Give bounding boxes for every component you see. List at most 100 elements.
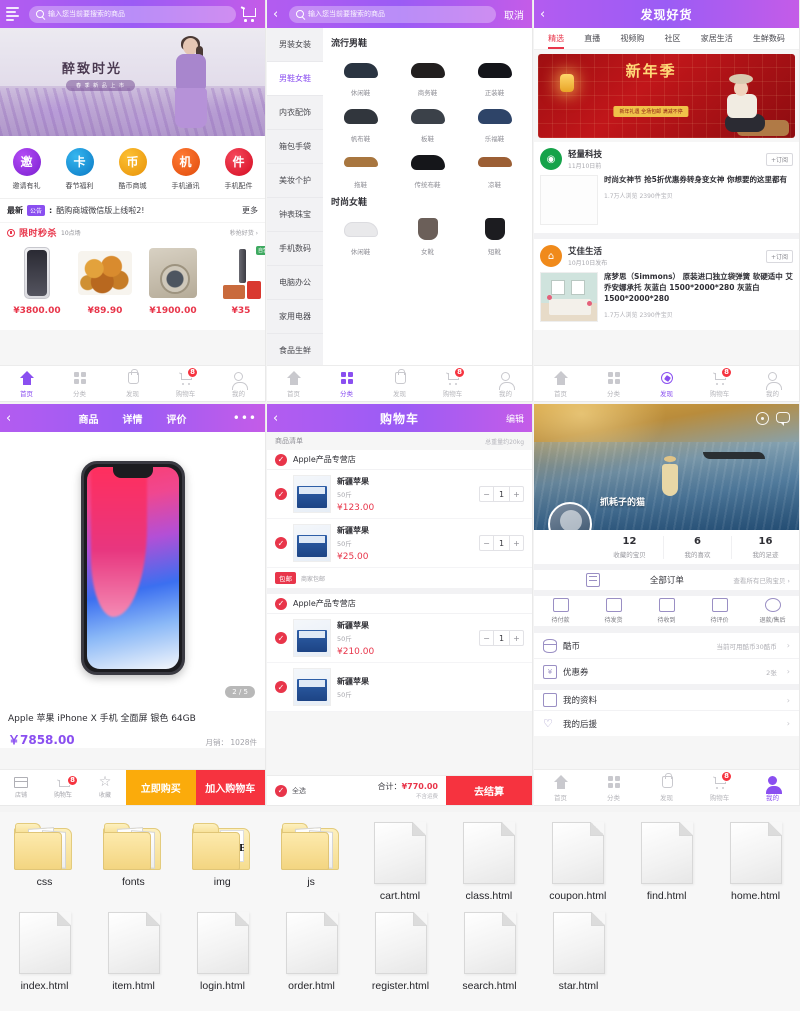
seckill-item[interactable]: ¥89.90 bbox=[74, 244, 136, 330]
category-cell[interactable]: 板鞋 bbox=[394, 99, 461, 143]
row-my-profile[interactable]: 我的资料 › bbox=[534, 684, 799, 710]
subscribe-button[interactable]: +订阅 bbox=[765, 249, 793, 263]
file-index-html[interactable]: index.html bbox=[0, 902, 89, 992]
order-state-unpaid[interactable]: 待付款 bbox=[534, 598, 587, 624]
item-checkbox[interactable]: ✓ bbox=[275, 681, 287, 693]
back-icon[interactable]: ‹ bbox=[540, 8, 545, 21]
row-my-support[interactable]: ♡ 我的后援 › bbox=[534, 710, 799, 736]
tab-profile[interactable]: 我的 bbox=[746, 774, 799, 802]
sidebar-item-digital[interactable]: 手机数码 bbox=[267, 232, 323, 266]
feed-card[interactable]: ◉ 轻量科技 11月10日前 +订阅 时尚女神节 抢5折优惠券转身变女神 你想要… bbox=[534, 142, 799, 239]
quick-entry-festival[interactable]: 卡 春节福利 bbox=[53, 147, 106, 191]
sidebar-item-shoes[interactable]: 男鞋女鞋 bbox=[267, 62, 323, 96]
tab-cart[interactable]: 8 购物车 bbox=[159, 366, 212, 398]
shop-button[interactable]: 店铺 bbox=[0, 776, 42, 799]
tab-category[interactable]: 分类 bbox=[320, 370, 373, 398]
tab-cart[interactable]: 8 购物车 bbox=[426, 366, 479, 398]
cart-icon[interactable] bbox=[240, 5, 259, 22]
tab-goods[interactable]: 商品 bbox=[79, 411, 99, 426]
order-state-review[interactable]: 待评价 bbox=[693, 598, 746, 624]
edit-button[interactable]: 编辑 bbox=[506, 412, 524, 425]
feed-card[interactable]: ⌂ 艾佳生活 10月10日发布 +订阅 席梦思（Simmons） 原装进口独立袋… bbox=[534, 239, 799, 330]
category-cell[interactable]: 休闲鞋 bbox=[327, 53, 394, 97]
tab-profile[interactable]: 我的 bbox=[479, 370, 532, 398]
order-state-unshipped[interactable]: 待发货 bbox=[587, 598, 640, 624]
item-checkbox[interactable]: ✓ bbox=[275, 632, 287, 644]
category-sidebar[interactable]: 男装女装 男鞋女鞋 内衣配饰 箱包手袋 美妆个护 钟表珠宝 手机数码 电脑办公 … bbox=[267, 28, 323, 366]
cart-item[interactable]: ✓ 新疆苹果 50斤 ¥210.00 − 1 + bbox=[267, 614, 532, 663]
order-state-refund[interactable]: 退款/售后 bbox=[746, 598, 799, 624]
tab-category[interactable]: 分类 bbox=[587, 774, 640, 802]
row-coin[interactable]: 酷币 当前可用酷币30酷币 › bbox=[534, 632, 799, 658]
cart-button[interactable]: 8 购物车 bbox=[42, 774, 84, 799]
seckill-item[interactable]: 自营 ¥35 bbox=[210, 244, 265, 330]
cart-item[interactable]: ✓ 新疆苹果 50斤 ¥25.00 − 1 + bbox=[267, 519, 532, 568]
tab-review[interactable]: 评价 bbox=[167, 411, 187, 426]
quantity-stepper[interactable]: − 1 + bbox=[479, 630, 524, 646]
tab-community[interactable]: 社区 bbox=[665, 33, 681, 44]
search-input[interactable]: 输入您当前要搜索的商品 bbox=[29, 5, 236, 23]
sidebar-item-computer[interactable]: 电脑办公 bbox=[267, 266, 323, 300]
quantity-stepper[interactable]: − 1 + bbox=[479, 535, 524, 551]
folder-img[interactable]: NCE img bbox=[178, 812, 267, 902]
search-input[interactable]: 输入您当前要搜索的商品 bbox=[289, 5, 496, 23]
order-state-shipping[interactable]: 待收到 bbox=[640, 598, 693, 624]
tab-cart[interactable]: 8 购物车 bbox=[693, 366, 746, 398]
item-checkbox[interactable]: ✓ bbox=[275, 488, 287, 500]
tab-discover[interactable]: 发现 bbox=[373, 368, 426, 398]
add-to-cart-button[interactable]: 加入购物车 bbox=[195, 770, 265, 805]
sidebar-item-bags[interactable]: 箱包手袋 bbox=[267, 130, 323, 164]
buy-now-button[interactable]: 立即购买 bbox=[126, 770, 196, 805]
quantity-stepper[interactable]: − 1 + bbox=[479, 486, 524, 502]
increase-button[interactable]: + bbox=[510, 487, 523, 501]
file-item-html[interactable]: item.html bbox=[89, 902, 178, 992]
cart-item[interactable]: ✓ 新疆苹果 50斤 bbox=[267, 663, 532, 712]
tab-live[interactable]: 直播 bbox=[584, 33, 600, 44]
all-orders-more[interactable]: 查看所有已购宝贝 › bbox=[733, 575, 790, 585]
quick-entry-accessory[interactable]: 件 手机配件 bbox=[212, 147, 265, 191]
folder-fonts[interactable]: fonts bbox=[89, 812, 178, 902]
file-star-html[interactable]: star.html bbox=[534, 902, 623, 992]
quick-entry-coin-mall[interactable]: 币 酷币商城 bbox=[106, 147, 159, 191]
home-banner[interactable]: 醉致时光 春 季 新 品 上 市 bbox=[0, 28, 265, 136]
select-all-checkbox[interactable]: ✓ bbox=[275, 784, 287, 797]
back-icon[interactable]: ‹ bbox=[273, 412, 278, 425]
decrease-button[interactable]: − bbox=[480, 487, 493, 501]
sidebar-item-clothing[interactable]: 男装女装 bbox=[267, 28, 323, 62]
file-search-html[interactable]: search.html bbox=[445, 902, 534, 992]
tab-cart[interactable]: 8 购物车 bbox=[693, 770, 746, 802]
product-gallery[interactable]: 2 / 5 bbox=[0, 432, 265, 704]
category-cell[interactable]: 凉鞋 bbox=[461, 145, 528, 189]
shop-checkbox[interactable]: ✓ bbox=[275, 453, 287, 466]
decrease-button[interactable]: − bbox=[480, 631, 493, 645]
tab-discover[interactable]: 发现 bbox=[640, 370, 693, 398]
tab-profile[interactable]: 我的 bbox=[212, 370, 265, 398]
file-register-html[interactable]: register.html bbox=[356, 902, 445, 992]
cancel-button[interactable]: 取消 bbox=[504, 7, 524, 22]
tab-video[interactable]: 视频购 bbox=[620, 33, 644, 44]
sidebar-item-appliance[interactable]: 家用电器 bbox=[267, 300, 323, 334]
category-cell[interactable]: 拖鞋 bbox=[327, 145, 394, 189]
category-cell[interactable]: 乐福鞋 bbox=[461, 99, 528, 143]
favorite-button[interactable]: ☆ 收藏 bbox=[84, 775, 126, 799]
notice-bar[interactable]: 最新 公告 : 酷购商城微信版上线啦2! 更多 bbox=[0, 198, 265, 222]
discover-banner[interactable]: 新年季 新年礼遇 全场包邮 满减不停 bbox=[538, 54, 795, 138]
category-cell[interactable]: 正装鞋 bbox=[461, 53, 528, 97]
file-coupon-html[interactable]: coupon.html bbox=[533, 812, 622, 902]
category-cell[interactable]: 女靴 bbox=[394, 212, 461, 256]
tab-fresh-digital[interactable]: 生鲜数码 bbox=[753, 33, 785, 44]
category-cell[interactable]: 传统布鞋 bbox=[394, 145, 461, 189]
tab-detail[interactable]: 详情 bbox=[123, 411, 143, 426]
increase-button[interactable]: + bbox=[510, 631, 523, 645]
menu-icon[interactable] bbox=[6, 7, 20, 21]
category-cell[interactable]: 休闲鞋 bbox=[327, 212, 394, 256]
seckill-item[interactable]: ¥1900.00 bbox=[142, 244, 204, 330]
ellipsis-icon[interactable]: ••• bbox=[233, 411, 257, 425]
tab-home[interactable]: 首页 bbox=[534, 774, 587, 802]
tab-profile[interactable]: 我的 bbox=[746, 370, 799, 398]
category-cell[interactable]: 商务鞋 bbox=[394, 53, 461, 97]
sidebar-item-jewelry[interactable]: 钟表珠宝 bbox=[267, 198, 323, 232]
cart-shop-row[interactable]: ✓ Apple产品专营店 bbox=[267, 450, 532, 470]
tab-featured[interactable]: 精选 bbox=[548, 33, 565, 49]
decrease-button[interactable]: − bbox=[480, 536, 493, 550]
